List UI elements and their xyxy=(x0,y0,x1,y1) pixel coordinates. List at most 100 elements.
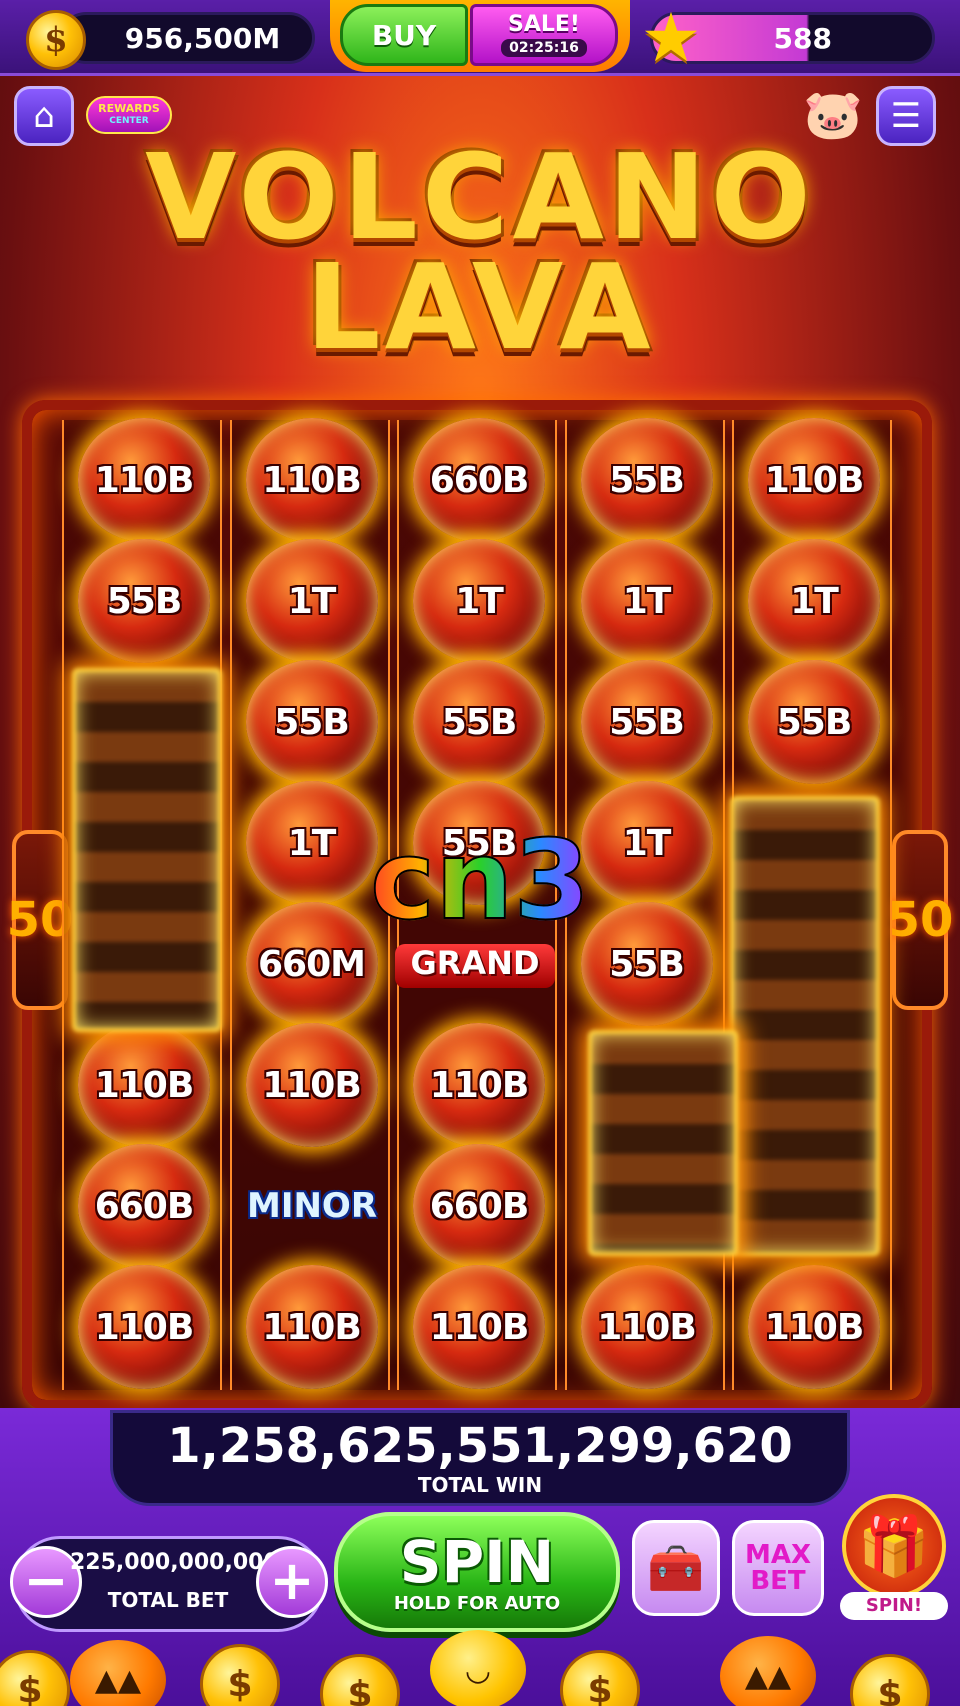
orb-value: 660B xyxy=(94,1185,195,1227)
lava-orb: 55B xyxy=(580,418,713,542)
orb-value: 1T xyxy=(287,822,337,864)
lava-orb: 110B xyxy=(78,1265,210,1389)
sale-button[interactable]: SALE! 02:25:16 xyxy=(470,4,618,66)
treasure-chest-icon: 🧰 xyxy=(647,1540,705,1595)
max-bet-button[interactable]: MAX BET xyxy=(732,1520,824,1616)
level-value: 588 xyxy=(773,21,832,55)
lava-orb: 110B xyxy=(413,1265,545,1389)
orb-value: 110B xyxy=(94,459,195,501)
orb-value: 1T xyxy=(622,822,672,864)
lava-orb: 660B xyxy=(413,418,545,542)
coin-icon: $ xyxy=(26,10,86,70)
lava-orb: 660B xyxy=(78,1144,210,1268)
max-bet-sublabel: BET xyxy=(750,1566,806,1596)
lava-orb: 55B xyxy=(413,660,545,784)
orb-value: 110B xyxy=(262,459,362,501)
lava-orb: 1T xyxy=(748,539,880,663)
spinning-block-bottom xyxy=(588,1030,738,1256)
orb-value: 110B xyxy=(597,1306,697,1348)
coin-icon: $ xyxy=(560,1650,640,1706)
lava-orb: 110B xyxy=(580,1265,713,1389)
spinning-block-left xyxy=(72,668,222,1032)
watermark: cn3 xyxy=(360,819,600,941)
total-bet-value: 225,000,000,000 xyxy=(70,1550,279,1575)
pumpkin-icon: ▲▲ xyxy=(70,1640,166,1706)
spin-sublabel: HOLD FOR AUTO xyxy=(393,1592,561,1614)
increase-bet-button[interactable]: + xyxy=(256,1546,328,1618)
coin-icon: $ xyxy=(200,1644,280,1706)
lava-orb: 1T xyxy=(413,539,545,663)
total-win-label: TOTAL WIN xyxy=(417,1473,543,1497)
lava-orb: 110B xyxy=(413,1023,545,1147)
orb-value: 660B xyxy=(429,1185,530,1227)
rewards-sublabel: CENTER xyxy=(109,116,149,126)
smiley-icon: ◡ xyxy=(430,1630,526,1706)
spin-button[interactable]: SPIN HOLD FOR AUTO xyxy=(334,1512,620,1632)
orb-value: 1T xyxy=(622,580,672,622)
orb-value: 55B xyxy=(776,701,853,743)
lava-orb: 55B xyxy=(580,660,713,784)
orb-value: 55B xyxy=(106,580,183,622)
orb-value: 110B xyxy=(262,1306,362,1348)
orb-value: 110B xyxy=(94,1306,195,1348)
orb-value: 55B xyxy=(609,701,685,743)
lava-orb: 660M xyxy=(245,902,378,1026)
orb-value: 110B xyxy=(94,1064,195,1106)
lava-orb: 55B xyxy=(78,539,210,663)
orb-value: 110B xyxy=(764,1306,865,1348)
lava-orb: 110B xyxy=(245,1023,378,1147)
orb-value: 55B xyxy=(609,943,685,985)
orb-value: 55B xyxy=(274,701,350,743)
sale-label: SALE! xyxy=(508,11,580,37)
lava-orb: 1T xyxy=(245,781,378,905)
lava-orb: 110B xyxy=(245,418,378,542)
lava-orb: 110B xyxy=(245,1265,378,1389)
lava-orb: 1T xyxy=(245,539,378,663)
lava-orb: 55B xyxy=(580,902,713,1026)
lava-orb: 110B xyxy=(78,1023,210,1147)
minor-jackpot-label: MINOR xyxy=(246,1186,378,1226)
shop-group: BUY SALE! 02:25:16 xyxy=(330,0,630,72)
coin-icon: $ xyxy=(320,1654,400,1706)
gift-spin-label: SPIN! xyxy=(840,1592,948,1620)
grand-jackpot-label: GRAND xyxy=(395,944,555,988)
halloween-decoration: $ ▲▲ $ $ ◡ $ ▲▲ $ xyxy=(0,1630,960,1706)
lava-orb: 660B xyxy=(413,1144,545,1268)
lava-orb: 110B xyxy=(748,1265,880,1389)
lava-orb: 110B xyxy=(78,418,210,542)
lava-orb: 55B xyxy=(245,660,378,784)
orb-value: 110B xyxy=(262,1064,362,1106)
orb-value: 1T xyxy=(790,580,839,622)
total-bet-label: TOTAL BET xyxy=(107,1588,229,1612)
side-multiplier-right: 50 xyxy=(887,830,953,1010)
game-subtitle: LAVA xyxy=(305,238,655,376)
orb-value: 110B xyxy=(429,1064,530,1106)
lava-orb: 110B xyxy=(748,418,880,542)
star-icon: ★ xyxy=(640,0,702,78)
gift-button[interactable]: 🎁 xyxy=(842,1494,946,1598)
coin-icon: $ xyxy=(850,1654,930,1706)
lava-orb: 1T xyxy=(580,539,713,663)
max-bet-label: MAX xyxy=(744,1540,812,1570)
side-multiplier-right-value: 50 xyxy=(886,892,954,948)
orb-value: 1T xyxy=(287,580,337,622)
coin-balance[interactable]: 956,500M xyxy=(60,12,315,64)
orb-value: 1T xyxy=(455,580,504,622)
total-win-box: 1,258,625,551,299,620 TOTAL WIN xyxy=(110,1410,850,1506)
orb-value: 55B xyxy=(441,701,518,743)
orb-value: 660M xyxy=(258,943,366,985)
spin-label: SPIN xyxy=(399,1527,555,1596)
total-win-value: 1,258,625,551,299,620 xyxy=(167,1418,793,1474)
buy-label: BUY xyxy=(371,18,437,52)
coin-icon: $ xyxy=(0,1650,70,1706)
spinning-block-right xyxy=(730,796,880,1256)
pumpkin-icon: ▲▲ xyxy=(720,1636,816,1706)
sale-timer: 02:25:16 xyxy=(501,38,587,57)
side-multiplier-left: 50 xyxy=(7,830,73,1010)
buy-button[interactable]: BUY xyxy=(340,4,468,66)
treasure-chest-button[interactable]: 🧰 xyxy=(632,1520,720,1616)
gift-icon: 🎁 xyxy=(857,1511,931,1580)
lava-orb: 1T xyxy=(580,781,713,905)
coin-balance-value: 956,500M xyxy=(124,21,281,55)
rewards-label: REWARDS xyxy=(98,102,160,115)
